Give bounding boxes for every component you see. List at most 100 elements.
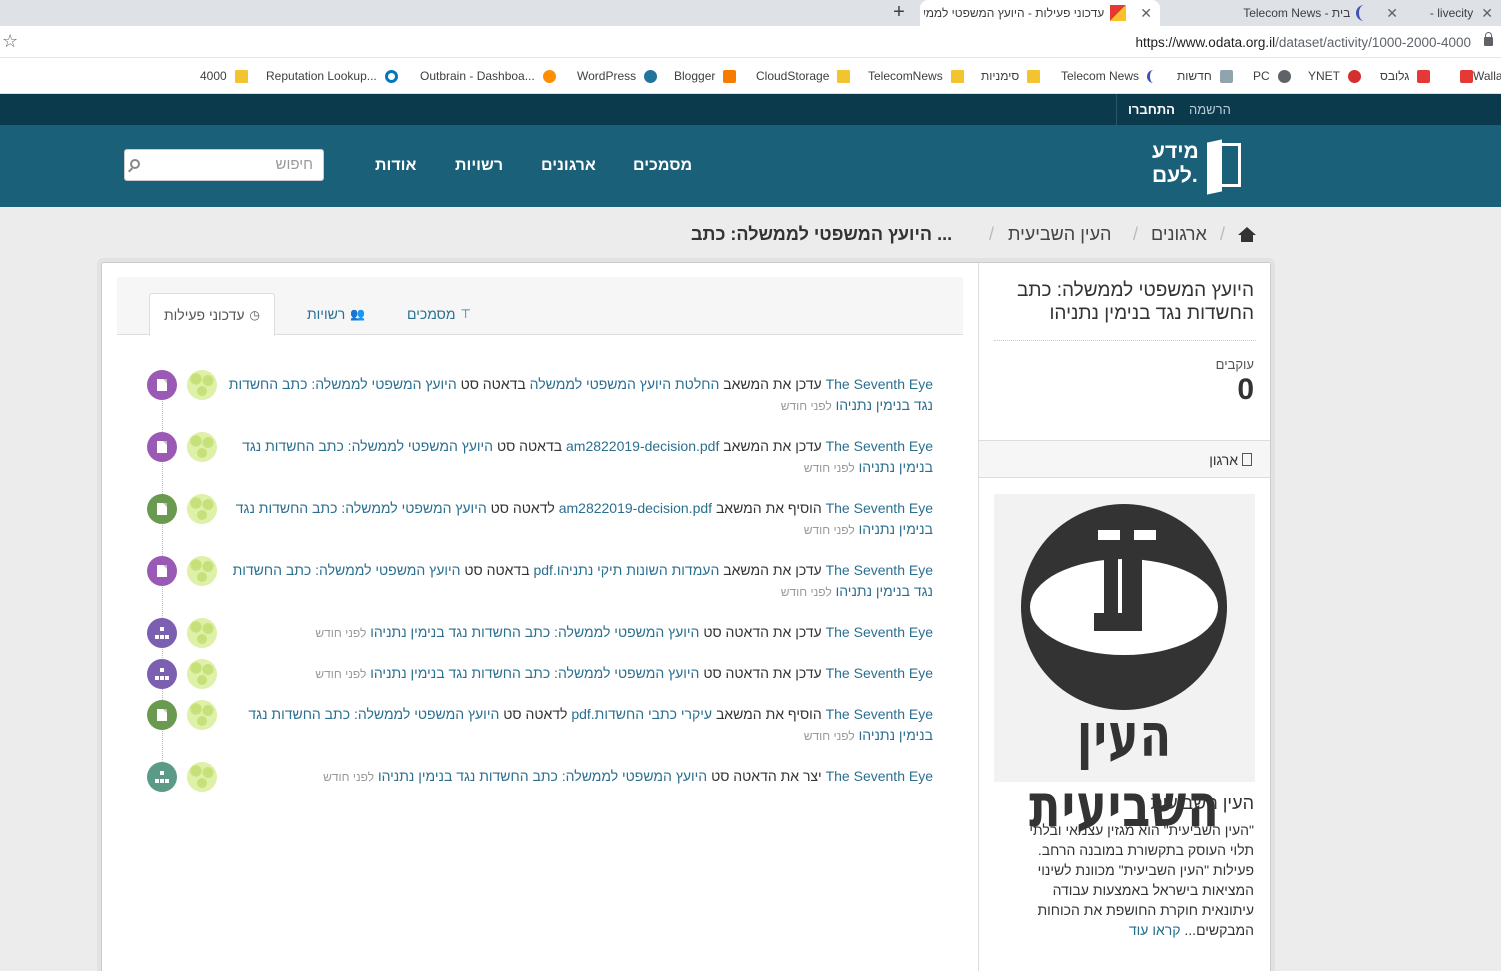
bookmark-reputation-lookup[interactable]: Reputation Lookup... <box>266 67 398 85</box>
activity-user-link[interactable]: The Seventh Eye <box>826 562 933 578</box>
tab-documents[interactable]: מסמכים ⊤ <box>407 293 471 335</box>
activity-resource-link[interactable]: am2822019-decision.pdf <box>559 500 712 516</box>
bookmark-wordpress[interactable]: WordPress <box>577 67 658 85</box>
folder-icon <box>950 69 964 83</box>
bookmark-folder-telecomnews[interactable]: TelecomNews <box>868 67 964 85</box>
search-input[interactable] <box>153 156 313 173</box>
bookmark-pc[interactable]: PC <box>1253 67 1291 85</box>
url-domain: https://www.odata.org.il <box>1135 35 1276 50</box>
activity-user-link[interactable]: The Seventh Eye <box>826 376 933 392</box>
nav-organizations[interactable]: ארגונים <box>541 157 596 175</box>
avatar[interactable] <box>187 556 217 586</box>
nav-authorities[interactable]: רשויות <box>455 157 503 175</box>
read-more-link[interactable]: קראו עוד <box>1129 922 1181 938</box>
tab-label: עדכוני פעילות <box>164 306 245 323</box>
bookmark-folder-simaniyot[interactable]: סימניות <box>981 67 1041 85</box>
bookmark-label: CloudStorage <box>756 69 830 83</box>
bookmark-star-icon[interactable]: ☆ <box>2 31 18 52</box>
org-logo-image[interactable]: העין השביעית <box>994 494 1255 840</box>
bookmark-label: Reputation Lookup... <box>266 69 377 83</box>
bookmark-blogger[interactable]: Blogger <box>674 67 737 85</box>
activity-resource-link[interactable]: החלטת היועץ המשפטי לממשלה <box>530 376 720 392</box>
news-icon <box>1219 69 1233 83</box>
bookmark-globes[interactable]: גלובס <box>1380 67 1431 85</box>
close-tab-icon[interactable]: ✕ <box>1481 5 1493 22</box>
followers-label: עוקבים <box>1215 357 1254 372</box>
door-logo-icon <box>1207 143 1241 187</box>
activity-verb: עדכן את הדאטה סט <box>703 665 822 681</box>
bookmark-telecom-news[interactable]: Telecom News <box>1061 67 1160 85</box>
blogger-icon <box>723 69 737 83</box>
address-bar[interactable]: ☆ https://www.odata.org.il/dataset/activ… <box>0 26 1501 58</box>
activity-verb: עדכן את המשאב <box>723 376 822 392</box>
activity-item: The Seventh Eye עדכן את המשאב החלטת היוע… <box>223 374 933 417</box>
avatar[interactable] <box>187 618 217 648</box>
avatar[interactable] <box>187 700 217 730</box>
nav-documents[interactable]: מסמכים <box>633 157 692 175</box>
avatar[interactable] <box>187 762 217 792</box>
lock-icon[interactable] <box>1484 32 1493 46</box>
file-badge-icon <box>147 700 177 730</box>
close-tab-icon[interactable]: ✕ <box>1140 5 1152 22</box>
url-path: /dataset/activity/1000-2000-4000 <box>1275 35 1471 50</box>
tab-label: רשויות <box>307 306 346 322</box>
search-icon[interactable] <box>130 159 140 169</box>
activity-dataset-link[interactable]: היועץ המשפטי לממשלה: כתב החשדות נגד בנימ… <box>378 768 707 784</box>
close-tab-icon[interactable]: ✕ <box>1386 5 1398 22</box>
url-text[interactable]: https://www.odata.org.il/dataset/activit… <box>1136 35 1471 50</box>
tab-activity-stream[interactable]: עדכוני פעילות ◷ <box>149 293 275 336</box>
sitemap-icon <box>155 627 169 639</box>
account-divider <box>1116 94 1117 125</box>
activity-item: The Seventh Eye עדכן את הדאטה סט היועץ ה… <box>223 663 933 685</box>
activity-user-link[interactable]: The Seventh Eye <box>826 438 933 454</box>
activity-dataset-link[interactable]: היועץ המשפטי לממשלה: כתב החשדות נגד בנימ… <box>370 624 699 640</box>
breadcrumb-separator: / <box>989 224 995 244</box>
new-tab-button[interactable]: + <box>889 0 909 26</box>
browser-tab-telecom[interactable]: ✕ בית - Telecom News <box>1160 0 1406 26</box>
activity-dataset-link[interactable]: היועץ המשפטי לממשלה: כתב החשדות נגד בנימ… <box>370 665 699 681</box>
bookmark-label: Walla! Ma <box>1473 69 1501 83</box>
activity-timestamp: לפני חודש <box>315 626 367 640</box>
activity-user-link[interactable]: The Seventh Eye <box>826 768 933 784</box>
avatar[interactable] <box>187 494 217 524</box>
avatar[interactable] <box>187 659 217 689</box>
browser-tab-livecity[interactable]: ✕ livecity - <box>1418 0 1501 26</box>
activity-verb: עדכן את הדאטה סט <box>703 624 822 640</box>
folder-icon <box>837 69 851 83</box>
activity-user-link[interactable]: The Seventh Eye <box>826 500 933 516</box>
activity-timestamp: לפני חודש <box>315 667 367 681</box>
tab-authorities[interactable]: רשויות 👥 <box>307 293 365 335</box>
bookmark-walla[interactable]: Walla! Ma <box>1452 67 1501 85</box>
bookmark-outbrain[interactable]: Outbrain - Dashboa... <box>420 67 556 85</box>
activity-preposition: בדאטה סט <box>460 376 526 392</box>
bookmark-folder-4000[interactable]: 4000 <box>200 67 248 85</box>
browser-tab-active[interactable]: ✕ עדכוני פעילות - היועץ המשפטי לממשלה: כ <box>920 0 1160 26</box>
home-icon[interactable] <box>1238 227 1256 243</box>
divider <box>994 340 1256 341</box>
file-icon <box>157 565 167 577</box>
sitemap-badge-icon <box>147 659 177 689</box>
activity-resource-link[interactable]: העמדות השונות תיקי נתניהו.pdf <box>533 562 719 578</box>
avatar[interactable] <box>187 432 217 462</box>
bookmark-ynet[interactable]: YNET <box>1308 67 1362 85</box>
activity-resource-link[interactable]: am2822019-decision.pdf <box>566 438 719 454</box>
site-logo[interactable]: מידע לעם. <box>1152 141 1247 191</box>
activity-resource-link[interactable]: עיקרי כתבי החשדות.pdf <box>571 706 712 722</box>
activity-user-link[interactable]: The Seventh Eye <box>826 665 933 681</box>
login-link[interactable]: התחברו <box>1128 102 1175 117</box>
breadcrumb-org[interactable]: העין השביעית <box>1008 224 1111 245</box>
file-icon <box>157 379 167 391</box>
dataset-tabs: עדכוני פעילות ◷ רשויות 👥 מסמכים ⊤ <box>117 277 963 336</box>
bookmark-folder-cloudstorage[interactable]: CloudStorage <box>756 67 851 85</box>
bookmark-news[interactable]: חדשות <box>1177 67 1233 85</box>
activity-verb: עדכן את המשאב <box>723 562 822 578</box>
org-section-header: ארגון <box>979 440 1270 478</box>
signup-link[interactable]: הרשמה <box>1189 102 1231 117</box>
activity-user-link[interactable]: The Seventh Eye <box>826 624 933 640</box>
bookmark-label: PC <box>1253 69 1270 83</box>
nav-about[interactable]: אודות <box>375 157 416 175</box>
avatar[interactable] <box>187 370 217 400</box>
breadcrumb-organizations[interactable]: ארגונים <box>1151 224 1207 245</box>
activity-user-link[interactable]: The Seventh Eye <box>826 706 933 722</box>
outbrain-icon <box>542 69 556 83</box>
